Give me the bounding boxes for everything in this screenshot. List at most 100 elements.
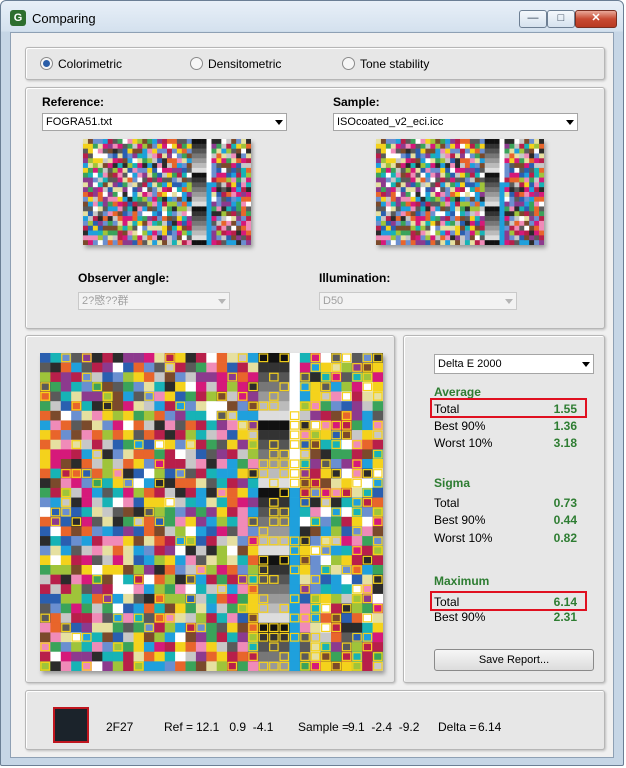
- color-patch: [499, 139, 505, 145]
- color-patch: [400, 172, 406, 178]
- color-patch: [258, 372, 269, 383]
- color-patch: [97, 230, 104, 236]
- sample-select[interactable]: ISOcoated_v2_eci.icc: [333, 113, 578, 131]
- color-patch: [445, 143, 451, 149]
- color-patch: [351, 430, 363, 441]
- color-patch: [268, 565, 280, 575]
- color-patch: [50, 661, 62, 671]
- color-patch: [107, 192, 113, 198]
- color-patch: [71, 410, 82, 421]
- color-patch: [489, 158, 495, 164]
- color-patch: [83, 240, 89, 245]
- color-patch: [133, 430, 145, 441]
- color-patch: [499, 192, 505, 198]
- color-patch: [425, 153, 431, 159]
- color-patch: [176, 196, 183, 202]
- color-patch: [185, 507, 197, 518]
- color-patch: [351, 574, 363, 585]
- radio-colorimetric[interactable]: Colorimetric: [40, 57, 122, 71]
- color-patch: [410, 230, 416, 236]
- color-patch: [40, 632, 51, 643]
- color-patch: [143, 593, 155, 604]
- color-patch: [362, 565, 373, 575]
- color-patch: [450, 139, 456, 145]
- color-patch: [341, 526, 353, 537]
- color-patch: [405, 182, 411, 188]
- color-patch: [479, 167, 485, 174]
- color-patch: [227, 507, 238, 518]
- color-patch: [226, 158, 232, 164]
- maximize-button[interactable]: □: [547, 10, 575, 28]
- radio-densitometric[interactable]: Densitometric: [190, 57, 281, 71]
- metric-select[interactable]: Delta E 2000: [434, 354, 594, 374]
- color-patch: [268, 420, 280, 431]
- color-patch: [479, 148, 485, 154]
- color-patch: [71, 642, 82, 653]
- color-patch: [81, 584, 93, 595]
- color-patch: [310, 381, 321, 392]
- color-patch: [524, 240, 530, 245]
- color-patch: [152, 158, 158, 164]
- color-patch: [91, 593, 103, 604]
- color-patch: [410, 201, 416, 207]
- color-patch: [380, 167, 387, 174]
- color-patch: [154, 410, 166, 421]
- color-patch: [464, 163, 471, 169]
- color-patch: [455, 182, 461, 188]
- color-patch: [435, 230, 441, 236]
- color-patch: [181, 216, 188, 222]
- color-patch: [395, 139, 401, 145]
- sigma-best90-value: 0.44: [553, 513, 577, 527]
- color-patch: [460, 192, 466, 198]
- illumination-select[interactable]: D50: [319, 292, 517, 310]
- color-patch: [143, 410, 155, 421]
- color-patch: [279, 497, 290, 508]
- reference-select[interactable]: FOGRA51.txt: [42, 113, 287, 131]
- color-patch: [157, 201, 163, 207]
- color-patch: [112, 459, 124, 469]
- color-patch: [40, 497, 51, 508]
- color-patch: [534, 163, 540, 169]
- color-patch: [341, 516, 353, 527]
- color-patch: [147, 220, 153, 227]
- minimize-button[interactable]: —: [519, 10, 547, 28]
- color-patch: [289, 622, 301, 633]
- color-patch: [237, 536, 249, 547]
- color-patch: [227, 468, 238, 479]
- color-patch: [81, 622, 93, 633]
- color-patch: [464, 192, 471, 198]
- close-button[interactable]: ✕: [575, 10, 617, 28]
- observer-angle-select[interactable]: 2?愍??群: [78, 292, 230, 310]
- color-patch: [484, 201, 490, 207]
- title-bar[interactable]: G Comparing — □ ✕: [1, 1, 623, 33]
- color-patch: [60, 478, 72, 489]
- color-patch: [196, 148, 202, 154]
- color-patch: [102, 584, 114, 595]
- color-patch: [351, 642, 363, 653]
- color-patch: [410, 139, 416, 145]
- color-patch: [107, 216, 113, 222]
- color-patch: [206, 478, 217, 489]
- color-patch: [299, 526, 311, 537]
- color-patch: [400, 240, 406, 245]
- color-patch: [196, 235, 202, 241]
- delta-patch-grid[interactable]: [40, 353, 383, 671]
- color-patch: [133, 497, 145, 508]
- color-patch: [123, 545, 134, 556]
- save-report-button[interactable]: Save Report...: [434, 649, 594, 671]
- color-patch: [143, 468, 155, 479]
- color-patch: [112, 167, 118, 174]
- color-patch: [201, 139, 207, 145]
- color-patch: [195, 516, 207, 527]
- color-patch: [341, 401, 353, 412]
- color-patch: [147, 192, 153, 198]
- color-patch: [504, 196, 510, 202]
- color-patch: [191, 148, 197, 154]
- color-patch: [372, 487, 383, 498]
- radio-tone-stability[interactable]: Tone stability: [342, 57, 429, 71]
- color-patch: [201, 206, 207, 212]
- color-patch: [40, 516, 51, 527]
- color-patch: [226, 143, 232, 149]
- color-patch: [241, 240, 247, 245]
- color-patch: [132, 167, 138, 174]
